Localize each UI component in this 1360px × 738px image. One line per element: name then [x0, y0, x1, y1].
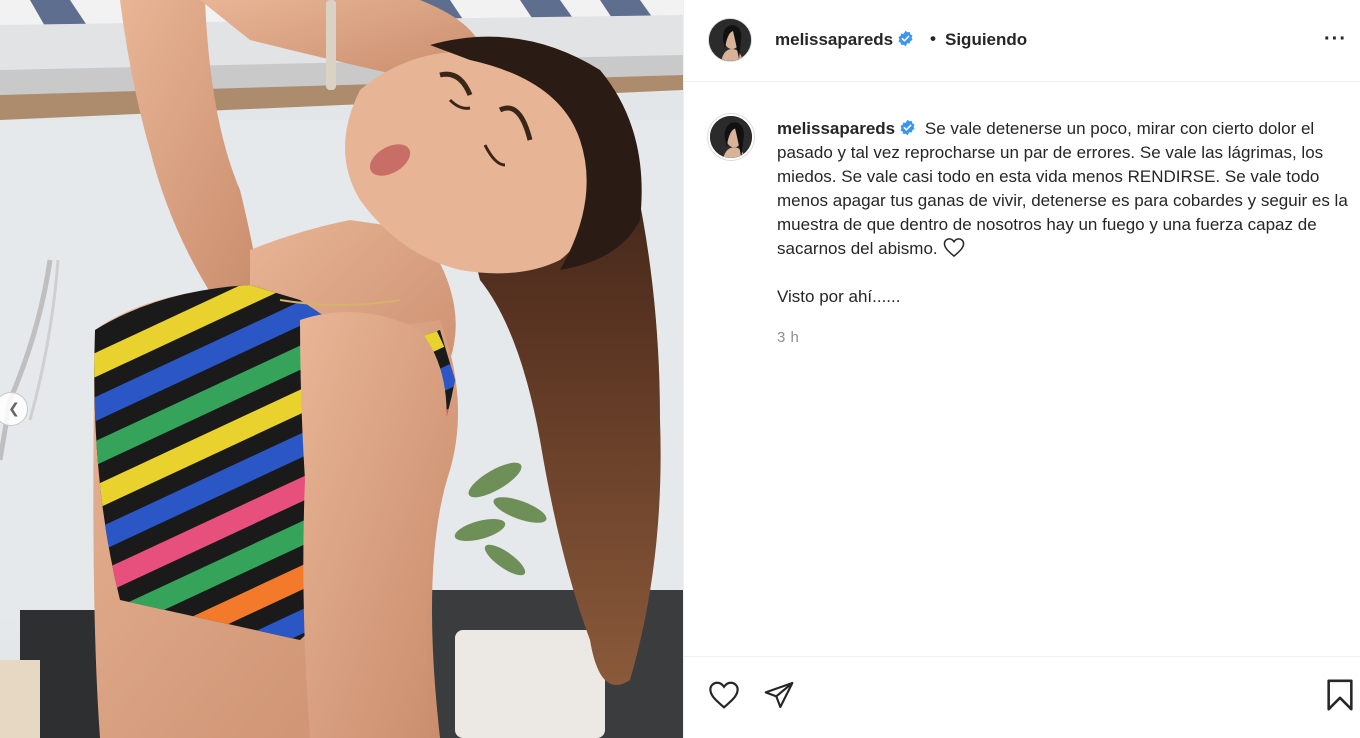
header-username-text[interactable]: melissapareds [775, 30, 893, 49]
more-options-icon[interactable]: ··· [1324, 29, 1347, 49]
caption-avatar[interactable] [708, 114, 754, 160]
verified-badge-icon [900, 119, 915, 136]
profile-photo-icon [710, 116, 752, 158]
share-button[interactable] [761, 677, 797, 713]
caption-body: Se vale detenerse un poco, mirar con cie… [777, 119, 1348, 258]
following-button[interactable]: Siguiendo [945, 30, 1027, 50]
caption-extra: Visto por ahí...... [777, 287, 901, 306]
post-image [0, 0, 683, 738]
save-button[interactable] [1322, 677, 1358, 713]
avatar[interactable] [708, 18, 752, 62]
verified-badge-icon [898, 30, 913, 47]
like-button[interactable] [706, 677, 742, 713]
caption-username[interactable]: melissapareds [777, 119, 916, 138]
post-header: melissapareds • Siguiendo ··· [684, 0, 1360, 82]
post-timestamp[interactable]: 3 h [777, 329, 799, 346]
caption-text: melissapareds Se vale detenerse un poco,… [777, 117, 1349, 309]
heart-icon [709, 681, 739, 709]
post-photo[interactable]: ❮ [0, 0, 683, 738]
post-side-panel: melissapareds • Siguiendo ··· melissapar… [683, 0, 1360, 738]
profile-photo-icon [709, 19, 751, 61]
action-bar [684, 656, 1360, 738]
chevron-left-icon: ❮ [8, 401, 20, 417]
white-heart-icon [944, 238, 965, 258]
paper-plane-icon [764, 681, 794, 709]
header-username[interactable]: melissapareds [775, 30, 914, 50]
caption-username-text[interactable]: melissapareds [777, 119, 895, 138]
bookmark-icon [1327, 679, 1353, 711]
follow-separator: • [930, 29, 936, 48]
